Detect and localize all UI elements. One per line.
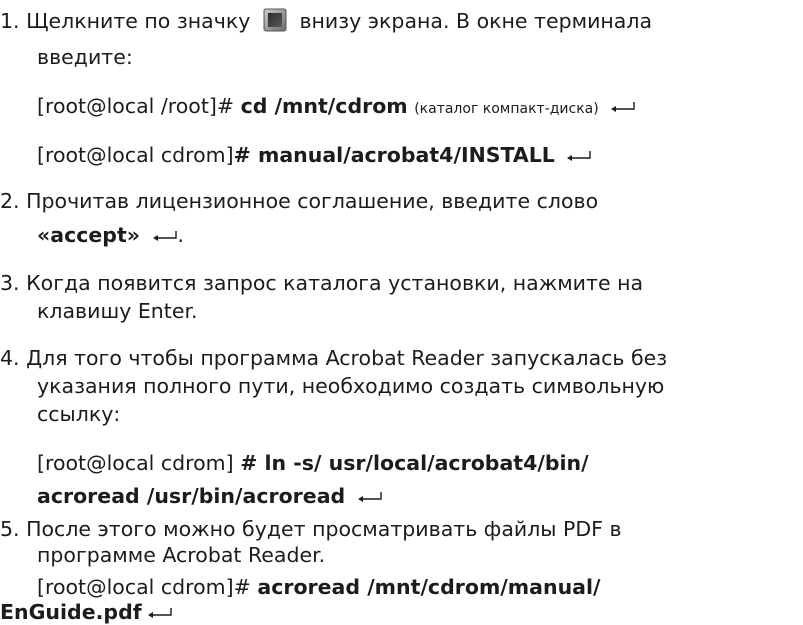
step-3-line-1: 3. Когда появится запрос каталога устано… bbox=[0, 270, 643, 296]
step-4-line-1: 4. Для того чтобы программа Acrobat Read… bbox=[0, 345, 667, 371]
step-text: Щелкните по значку bbox=[26, 9, 251, 33]
command-line: [root@local cdrom] # ln -s/ usr/local/ac… bbox=[37, 450, 589, 476]
instruction-page: 1. Щелкните по значку внизу экрана. В ок… bbox=[0, 0, 803, 625]
command-line: [root@local /root]# cd /mnt/cdrom (катал… bbox=[37, 93, 636, 122]
step-number: 2. bbox=[0, 189, 20, 213]
step-3-line-2: клавишу Enter. bbox=[37, 298, 198, 324]
step-4-line-2: указания полного пути, необходимо создат… bbox=[37, 373, 664, 399]
command-prompt: [root@local /root]# bbox=[37, 94, 235, 118]
step-text: После этого можно будет просматривать фа… bbox=[26, 517, 622, 541]
command-prompt: [root@local cdrom] bbox=[37, 451, 234, 475]
command-text: # manual/acrobat4/INSTALL bbox=[233, 143, 555, 167]
step-1-line-2: введите: bbox=[37, 44, 133, 70]
step-2-line-2: «accept» . bbox=[37, 222, 184, 248]
step-number: 3. bbox=[0, 271, 20, 295]
terminal-icon bbox=[263, 8, 287, 32]
command-line: [root@local cdrom]# acroread /mnt/cdrom/… bbox=[37, 574, 601, 600]
step-text: Прочитав лицензионное соглашение, введит… bbox=[26, 189, 599, 213]
step-text: Когда появится запрос каталога установки… bbox=[26, 271, 644, 295]
step-text: ссылку: bbox=[37, 402, 121, 426]
command-text: # ln -s/ usr/local/acrobat4/bin/ bbox=[240, 451, 589, 475]
step-text: Для того чтобы программа Acrobat Reader … bbox=[26, 346, 668, 370]
enter-key-icon bbox=[357, 491, 383, 503]
step-number: 1. bbox=[0, 9, 20, 33]
enter-key-icon bbox=[610, 101, 636, 113]
command-line: acroread /usr/bin/acroread bbox=[37, 483, 383, 509]
command-text: cd /mnt/cdrom bbox=[240, 94, 408, 118]
command-prompt: [root@local cdrom]# bbox=[37, 575, 258, 599]
step-text: внизу экрана. В окне терминала bbox=[299, 9, 653, 33]
command-text: EnGuide.pdf bbox=[0, 600, 142, 624]
enter-key-icon bbox=[566, 150, 592, 162]
step-text: клавишу Enter. bbox=[37, 299, 198, 323]
step-5-line-1: 5. После этого можно будет просматривать… bbox=[0, 516, 622, 542]
command-text: acroread /usr/bin/acroread bbox=[37, 484, 346, 508]
command-line: EnGuide.pdf bbox=[0, 599, 173, 625]
step-text: введите: bbox=[37, 45, 133, 69]
step-4-line-3: ссылку: bbox=[37, 401, 120, 427]
step-2-line-1: 2. Прочитав лицензионное соглашение, вве… bbox=[0, 188, 598, 214]
command-comment: (каталог компакт-диска) bbox=[414, 101, 599, 117]
command-prompt: [root@local cdrom] bbox=[37, 143, 234, 167]
keyword-text: «accept» bbox=[37, 223, 141, 247]
step-number: 5. bbox=[0, 517, 20, 541]
step-5-line-2: программе Acrobat Reader. bbox=[37, 542, 325, 568]
enter-key-icon bbox=[147, 607, 173, 619]
step-number: 4. bbox=[0, 346, 20, 370]
enter-key-icon bbox=[152, 230, 178, 242]
step-1-line-1: 1. Щелкните по значку внизу экрана. В ок… bbox=[0, 8, 652, 34]
step-text: программе Acrobat Reader. bbox=[37, 543, 326, 567]
command-text: acroread /mnt/cdrom/manual/ bbox=[257, 575, 601, 599]
command-line: [root@local cdrom]# manual/acrobat4/INST… bbox=[37, 142, 592, 168]
punctuation: . bbox=[177, 223, 185, 247]
step-text: указания полного пути, необходимо создат… bbox=[37, 374, 665, 398]
